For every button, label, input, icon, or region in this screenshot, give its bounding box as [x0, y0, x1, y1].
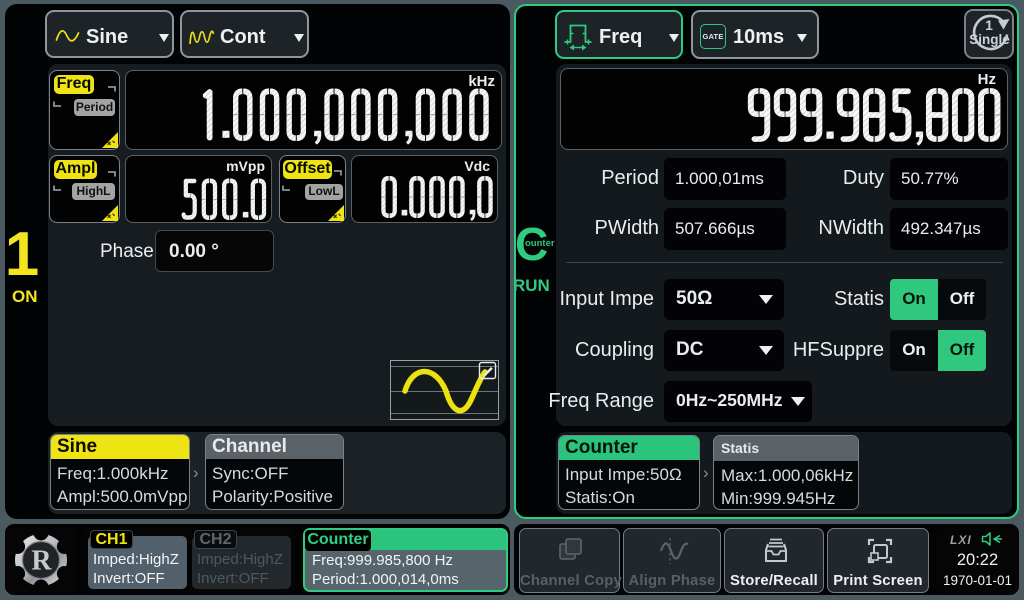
svg-text:R: R — [31, 546, 52, 577]
svg-text:Single: Single — [969, 32, 1010, 47]
svg-text:1: 1 — [985, 17, 993, 33]
